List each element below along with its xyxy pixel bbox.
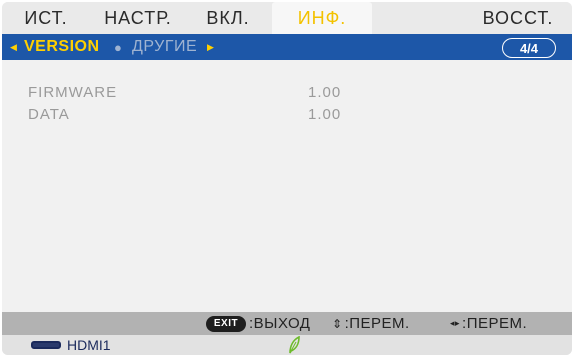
help-bar: EXIT :ВЫХОД ⇕ :ПЕРЕМ. ◂▸ :ПЕРЕМ. bbox=[2, 312, 572, 335]
info-row-firmware: FIRMWARE 1.00 bbox=[28, 84, 340, 104]
leftright-arrows-icon: ◂▸ bbox=[450, 318, 461, 328]
help-updown: ⇕ :ПЕРЕМ. bbox=[332, 312, 410, 335]
info-value: 1.00 bbox=[308, 84, 342, 101]
help-exit: EXIT :ВЫХОД bbox=[206, 312, 310, 335]
exit-key-icon: EXIT bbox=[206, 315, 246, 332]
tab-reset[interactable]: ВОССТ. bbox=[470, 2, 566, 34]
projector-menu: ИСТ. НАСТР. ВКЛ. ИНФ. ВОССТ. ◀ VERSION ●… bbox=[2, 2, 572, 355]
status-bar: HDMI1 bbox=[2, 335, 572, 355]
triangle-left-icon[interactable]: ◀ bbox=[10, 34, 17, 60]
leaf-icon bbox=[289, 336, 300, 354]
source-label: HDMI1 bbox=[67, 337, 111, 353]
tab-source[interactable]: ИСТ. bbox=[8, 2, 84, 34]
info-panel: FIRMWARE 1.00 DATA 1.00 bbox=[2, 60, 572, 312]
help-leftright: ◂▸ :ПЕРЕМ. bbox=[450, 312, 527, 335]
tab-bar: ИСТ. НАСТР. ВКЛ. ИНФ. ВОССТ. bbox=[2, 2, 572, 34]
subtab-version[interactable]: VERSION bbox=[24, 34, 100, 60]
triangle-right-icon[interactable]: ▶ bbox=[207, 34, 214, 60]
help-exit-label: :ВЫХОД bbox=[249, 315, 311, 332]
hdmi-icon bbox=[31, 341, 61, 349]
subtab-other[interactable]: ДРУГИЕ bbox=[132, 34, 197, 60]
info-value: 1.00 bbox=[308, 106, 342, 123]
updown-arrows-icon: ⇕ bbox=[332, 316, 343, 331]
help-leftright-label: :ПЕРЕМ. bbox=[462, 315, 528, 332]
info-label: DATA bbox=[28, 106, 70, 123]
subheader-bar: ◀ VERSION ● ДРУГИЕ ▶ 4/4 bbox=[2, 34, 572, 60]
dot-icon: ● bbox=[114, 39, 122, 55]
page-indicator: 4/4 bbox=[502, 38, 556, 58]
info-row-data: DATA 1.00 bbox=[28, 106, 340, 126]
info-label: FIRMWARE bbox=[28, 84, 118, 101]
help-updown-label: :ПЕРЕМ. bbox=[344, 315, 410, 332]
tab-on[interactable]: ВКЛ. bbox=[192, 2, 264, 34]
tab-setup[interactable]: НАСТР. bbox=[92, 2, 184, 34]
tab-info[interactable]: ИНФ. bbox=[272, 2, 372, 34]
